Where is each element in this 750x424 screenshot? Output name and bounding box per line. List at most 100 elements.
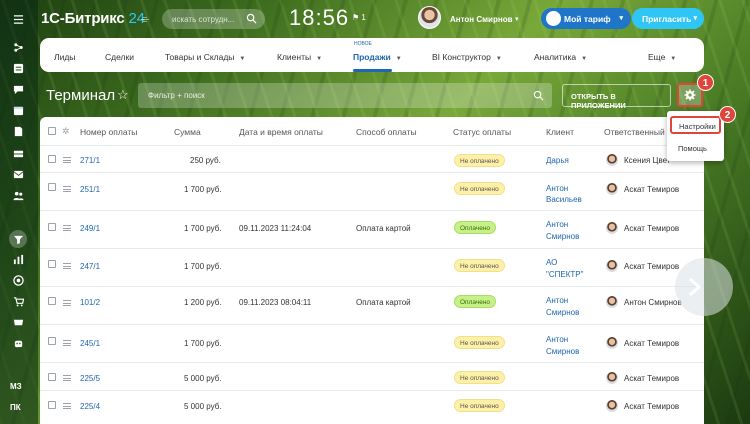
calendar-icon[interactable] bbox=[11, 103, 25, 117]
search-input[interactable]: искать сотрудн... bbox=[162, 9, 265, 29]
select-all-checkbox[interactable] bbox=[48, 127, 56, 135]
contacts-icon[interactable] bbox=[11, 188, 25, 202]
user-name[interactable]: Антон Смирнов bbox=[450, 15, 513, 24]
payment-number-link[interactable]: 249/1 bbox=[80, 224, 100, 233]
drag-handle-icon[interactable] bbox=[63, 375, 71, 381]
pin-icon[interactable]: ⌯ bbox=[141, 14, 149, 25]
row-checkbox[interactable] bbox=[48, 373, 56, 381]
tab-deals[interactable]: Сделки bbox=[105, 52, 134, 62]
client-link[interactable]: АО bbox=[546, 258, 557, 267]
header-sum[interactable]: Сумма bbox=[174, 127, 201, 137]
table-row[interactable]: 251/1 1 700 руб. Не оплачено Антон Васил… bbox=[40, 172, 704, 210]
header-client[interactable]: Клиент bbox=[546, 127, 574, 137]
cart-icon[interactable] bbox=[11, 315, 25, 329]
tab-analytics[interactable]: Аналитика ▼ bbox=[534, 52, 587, 62]
shop-cart-icon[interactable] bbox=[11, 294, 25, 308]
tab-leads[interactable]: Лиды bbox=[54, 52, 75, 62]
table-row[interactable]: 245/1 1 700 руб. Не оплачено Антон Смирн… bbox=[40, 324, 704, 362]
tab-sales[interactable]: Продажи ▼ bbox=[353, 52, 402, 62]
document-icon[interactable] bbox=[11, 124, 25, 138]
drag-handle-icon[interactable] bbox=[63, 403, 71, 409]
tab-products[interactable]: Товары и Склады ▼ bbox=[165, 52, 245, 62]
row-checkbox[interactable] bbox=[48, 297, 56, 305]
responsible-name[interactable]: Аскат Темиров bbox=[624, 224, 679, 233]
client-link[interactable]: Антон bbox=[546, 335, 568, 344]
client-link[interactable]: Антон bbox=[546, 220, 568, 229]
open-in-app-button[interactable]: ОТКРЫТЬ В ПРИЛОЖЕНИИ bbox=[562, 84, 671, 110]
chat-icon[interactable] bbox=[11, 82, 25, 96]
tab-clients[interactable]: Клиенты ▼ bbox=[277, 52, 322, 62]
avatar[interactable] bbox=[418, 6, 441, 29]
row-checkbox[interactable] bbox=[48, 260, 56, 268]
feed-icon[interactable] bbox=[11, 40, 25, 54]
payment-number-link[interactable]: 225/4 bbox=[80, 402, 100, 411]
responsible-name[interactable]: Аскат Темиров bbox=[624, 262, 679, 271]
client-link[interactable]: Антон bbox=[546, 184, 568, 193]
responsible-name[interactable]: Аскат Темиров bbox=[624, 402, 679, 411]
invite-button[interactable]: Пригласить ▾ bbox=[632, 8, 704, 29]
chevron-down-icon[interactable]: ▾ bbox=[515, 15, 519, 23]
client-link-line2[interactable]: Васильев bbox=[546, 195, 582, 204]
clock[interactable]: 18:56 bbox=[289, 5, 349, 31]
row-checkbox[interactable] bbox=[48, 223, 56, 231]
tab-more[interactable]: Еще ▼ bbox=[648, 52, 676, 62]
drag-handle-icon[interactable] bbox=[63, 225, 71, 231]
payment-number-link[interactable]: 245/1 bbox=[80, 339, 100, 348]
table-row[interactable]: 249/1 1 700 руб. 09.11.2023 11:24:04 Опл… bbox=[40, 210, 704, 248]
header-payment-number[interactable]: Номер оплаты bbox=[80, 127, 137, 137]
responsible-name[interactable]: Ксения Цвет bbox=[624, 156, 670, 165]
table-settings-icon[interactable]: ✲ bbox=[62, 126, 70, 137]
payment-number-link[interactable]: 101/2 bbox=[80, 298, 100, 307]
flag-counter[interactable]: ⚑ 1 bbox=[352, 13, 366, 22]
header-payment-date[interactable]: Дата и время оплаты bbox=[239, 127, 323, 137]
row-checkbox[interactable] bbox=[48, 183, 56, 191]
header-responsible[interactable]: Ответственный bbox=[604, 127, 665, 137]
rail-item-mz[interactable]: МЗ bbox=[10, 382, 22, 391]
table-row[interactable]: 247/1 1 700 руб. Не оплачено АО "СПЕКТР"… bbox=[40, 248, 704, 286]
header-payment-method[interactable]: Способ оплаты bbox=[356, 127, 417, 137]
sales-funnel-icon[interactable] bbox=[9, 230, 27, 248]
drag-handle-icon[interactable] bbox=[63, 340, 71, 346]
rail-item-pk[interactable]: ПК bbox=[10, 403, 21, 412]
payment-number-link[interactable]: 247/1 bbox=[80, 262, 100, 271]
drag-handle-icon[interactable] bbox=[63, 157, 71, 163]
responsible-name[interactable]: Антон Смирнов bbox=[624, 298, 682, 307]
drive-icon[interactable] bbox=[11, 146, 25, 160]
row-checkbox[interactable] bbox=[48, 337, 56, 345]
tasks-icon[interactable] bbox=[11, 61, 25, 75]
analytics-icon[interactable] bbox=[11, 252, 25, 266]
drag-handle-icon[interactable] bbox=[63, 186, 71, 192]
responsible-name[interactable]: Аскат Темиров bbox=[624, 185, 679, 194]
drag-handle-icon[interactable] bbox=[63, 263, 71, 269]
scroll-right-button[interactable] bbox=[675, 258, 733, 316]
table-row[interactable]: 225/5 5 000 руб. Не оплачено Аскат Темир… bbox=[40, 362, 704, 390]
client-link-line2[interactable]: Смирнов bbox=[546, 232, 579, 241]
star-icon[interactable]: ☆ bbox=[117, 87, 129, 103]
table-row[interactable]: 271/1 250 руб. Не оплачено Дарья Ксения … bbox=[40, 145, 704, 172]
client-link[interactable]: Антон bbox=[546, 296, 568, 305]
header-payment-status[interactable]: Статус оплаты bbox=[453, 127, 511, 137]
table-row[interactable]: 101/2 1 200 руб. 09.11.2023 08:04:11 Опл… bbox=[40, 286, 704, 324]
responsible-name[interactable]: Аскат Темиров bbox=[624, 339, 679, 348]
row-checkbox[interactable] bbox=[48, 155, 56, 163]
menu-item-settings[interactable]: Настройки bbox=[670, 116, 721, 134]
responsible-name[interactable]: Аскат Темиров bbox=[624, 374, 679, 383]
row-checkbox[interactable] bbox=[48, 401, 56, 409]
app-logo[interactable]: 1С-Битрикс 24 bbox=[41, 10, 145, 27]
payment-number-link[interactable]: 271/1 bbox=[80, 156, 100, 165]
menu-icon[interactable] bbox=[11, 12, 25, 26]
payment-number-link[interactable]: 225/5 bbox=[80, 374, 100, 383]
target-icon[interactable] bbox=[11, 273, 25, 287]
client-link[interactable]: Дарья bbox=[546, 156, 569, 165]
my-tariff-button[interactable]: Мой тариф ▾ bbox=[541, 8, 631, 29]
tab-bi-constructor[interactable]: BI Конструктор ▼ bbox=[432, 52, 502, 62]
mail-icon[interactable] bbox=[11, 167, 25, 181]
client-link-line2[interactable]: "СПЕКТР" bbox=[546, 270, 583, 279]
client-link-line2[interactable]: Смирнов bbox=[546, 308, 579, 317]
table-row[interactable]: 225/4 5 000 руб. Не оплачено Аскат Темир… bbox=[40, 390, 704, 424]
payment-number-link[interactable]: 251/1 bbox=[80, 185, 100, 194]
drag-handle-icon[interactable] bbox=[63, 300, 71, 306]
client-link-line2[interactable]: Смирнов bbox=[546, 347, 579, 356]
menu-item-help[interactable]: Помощь bbox=[678, 144, 707, 153]
filter-search-input[interactable]: Фильтр + поиск bbox=[138, 83, 552, 108]
